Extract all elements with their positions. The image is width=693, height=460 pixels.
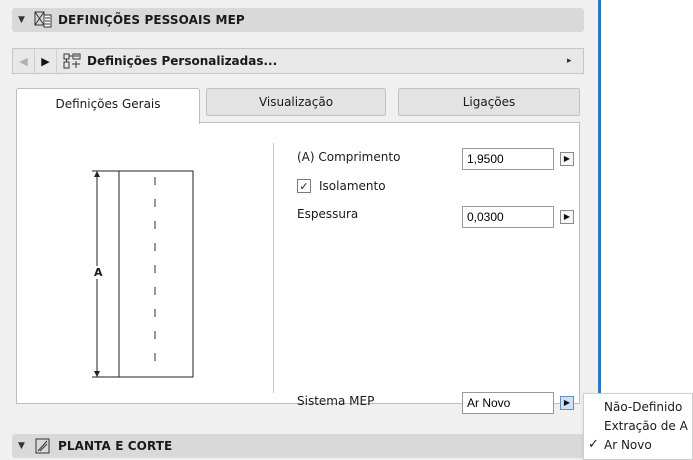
section-header-plan-section[interactable]: ▼ PLANTA E CORTE [12,434,584,458]
mep-settings-icon [34,11,52,29]
length-label: (A) Comprimento [297,150,401,164]
section-header-mep-settings[interactable]: ▼ DEFINIÇÕES PESSOAIS MEP [12,8,584,32]
checkmark-icon: ✓ [588,437,599,452]
thickness-stepper-button[interactable]: ▶ [560,210,574,224]
tab-content: A (A) Comprimento ▶ ✓ Isolamento Espessu… [16,122,580,414]
menu-item-fresh-air[interactable]: ✓ Ar Novo [584,436,693,454]
plan-section-icon [34,437,52,455]
thickness-field[interactable] [462,206,554,228]
menu-item-extraction[interactable]: Extração de A [584,417,693,435]
next-button[interactable]: ▶ [35,49,57,73]
thickness-label: Espessura [297,207,359,221]
length-field[interactable] [462,148,554,170]
section-title: PLANTA E CORTE [58,439,173,453]
length-stepper-button[interactable]: ▶ [560,152,574,166]
insulation-checkbox[interactable]: ✓ [297,179,311,193]
mep-system-label: Sistema MEP [297,394,375,408]
menu-item-label: Extração de A [604,419,688,433]
menu-item-label: Não-Definido [604,400,683,414]
favorites-bar: ◀ ▶ Definições Personalizadas... ▸ [12,48,584,74]
previous-button[interactable]: ◀ [13,49,35,73]
settings-panel: ▼ DEFINIÇÕES PESSOAIS MEP ◀ ▶ Definições… [0,0,598,460]
tab-visualization[interactable]: Visualização [206,88,386,116]
collapse-icon[interactable]: ▼ [18,15,32,25]
tab-general-settings[interactable]: Definições Gerais [16,88,200,124]
duct-preview: A [85,163,205,388]
insulation-label: Isolamento [319,179,386,193]
panel-edge [598,0,601,430]
collapse-icon[interactable]: ▼ [18,441,32,451]
tab-bar: Definições Gerais Visualização Ligações [16,88,580,124]
section-title: DEFINIÇÕES PESSOAIS MEP [58,13,245,27]
mep-system-field[interactable] [462,392,554,414]
insulation-row[interactable]: ✓ Isolamento [297,179,386,193]
column-divider [273,143,274,393]
mep-system-menu-button[interactable]: ▶ [560,396,574,410]
chevron-right-icon[interactable]: ▸ [567,56,583,66]
mep-system-menu: Não-Definido Extração de A ✓ Ar Novo [583,393,693,460]
custom-settings-icon [63,52,81,70]
menu-item-undefined[interactable]: Não-Definido [584,398,693,416]
dimension-label: A [93,266,104,279]
tab-connections[interactable]: Ligações [398,88,580,116]
settings-dropdown[interactable]: Definições Personalizadas... [87,54,567,68]
menu-item-label: Ar Novo [604,438,652,452]
